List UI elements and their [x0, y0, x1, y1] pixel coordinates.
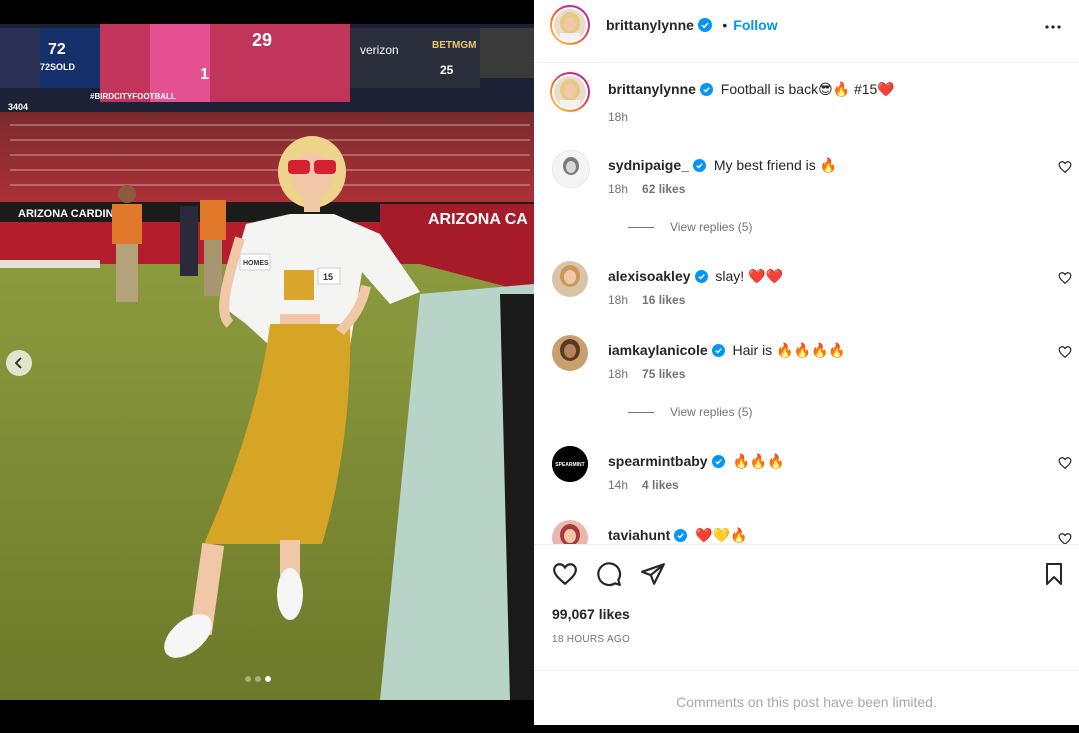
caption-text: Football is back😎🔥 #15❤️: [720, 81, 895, 97]
separator-dot: •: [722, 17, 728, 33]
comment-text: 🔥🔥🔥: [732, 453, 785, 469]
comment-row: SPEARMINT spearmintbaby 🔥🔥🔥 14h 4 likes: [552, 446, 1072, 506]
heart-icon[interactable]: [1058, 160, 1072, 174]
comment-avatar[interactable]: [552, 335, 588, 371]
post-timestamp[interactable]: 18 HOURS AGO: [552, 634, 630, 645]
carousel-dot-active: [265, 676, 271, 682]
view-replies-button[interactable]: View replies (5): [628, 405, 752, 419]
comment-username[interactable]: iamkaylanicole: [608, 342, 708, 358]
jumbotron-text: 72: [48, 41, 66, 58]
comment-avatar[interactable]: [552, 150, 590, 188]
author-username[interactable]: brittanylynne: [606, 17, 694, 33]
follow-button[interactable]: Follow: [733, 17, 777, 33]
comment-row: iamkaylanicole Hair is 🔥🔥🔥🔥 18h 75 likes …: [552, 335, 1072, 419]
author-avatar[interactable]: [550, 5, 590, 45]
jumbotron-text: verizon: [360, 43, 399, 57]
carousel-prev-button[interactable]: [6, 350, 32, 376]
comment-avatar[interactable]: SPEARMINT: [552, 446, 588, 482]
view-replies-button[interactable]: View replies (5): [628, 220, 752, 234]
comments-list[interactable]: brittanylynne Football is back😎🔥 #15❤️ 1…: [534, 62, 1079, 544]
comment-likes[interactable]: 16 likes: [642, 293, 685, 307]
comment-text: ❤️💛🔥: [695, 527, 748, 543]
post-panel: brittanylynne • Follow brittanylynne Foot…: [534, 0, 1079, 725]
jumbotron-text: BETMGM: [432, 40, 476, 51]
comment-row: taviahunt ❤️💛🔥: [552, 520, 1072, 544]
stadium-photo: 72 72SOLD verizon BETMGM #BIRDCITYFOOTBA…: [0, 24, 534, 700]
heart-icon[interactable]: [1058, 271, 1072, 285]
comment-text: slay! ❤️❤️: [715, 268, 783, 284]
verified-badge-icon: [699, 83, 713, 96]
jumbotron-text: 29: [252, 30, 272, 50]
verified-badge-icon: [711, 344, 725, 357]
post-media: 72 72SOLD verizon BETMGM #BIRDCITYFOOTBA…: [0, 0, 534, 725]
comment-time: 18h: [608, 367, 629, 381]
carousel-dot: [245, 676, 251, 682]
carousel-dots: [245, 676, 271, 682]
share-icon[interactable]: [640, 561, 666, 587]
comment-text: My best friend is 🔥: [713, 157, 838, 173]
verified-badge-icon: [711, 455, 725, 468]
comment-avatar[interactable]: [552, 520, 588, 544]
caption-row: brittanylynne Football is back😎🔥 #15❤️ 1…: [550, 72, 1072, 132]
comment-avatar[interactable]: [552, 261, 588, 297]
comment-row: sydnipaige_ My best friend is 🔥 18h 62 li…: [552, 150, 1072, 234]
post-header: brittanylynne • Follow: [534, 0, 1079, 63]
verified-badge-icon: [674, 529, 688, 542]
author-avatar-image: [554, 9, 586, 41]
carousel-dot: [255, 676, 261, 682]
caption-time: 18h: [608, 110, 629, 124]
more-icon[interactable]: [1043, 16, 1063, 36]
heart-icon[interactable]: [1058, 345, 1072, 359]
comment-likes[interactable]: 62 likes: [642, 182, 685, 196]
svg-text:SPEARMINT: SPEARMINT: [555, 462, 584, 468]
verified-badge-icon: [694, 270, 708, 283]
comment-username[interactable]: spearmintbaby: [608, 453, 708, 469]
post-actions: 99,067 likes 18 HOURS AGO: [534, 544, 1079, 671]
comments-limited-notice: Comments on this post have been limited.: [534, 670, 1079, 726]
jumbotron-text: 1: [200, 66, 209, 83]
comment-likes[interactable]: 75 likes: [642, 367, 685, 381]
caption-avatar[interactable]: [550, 72, 590, 112]
heart-icon[interactable]: [552, 561, 578, 587]
comment-icon[interactable]: [596, 561, 622, 587]
verified-badge-icon: [697, 18, 712, 32]
heart-icon[interactable]: [1058, 532, 1072, 544]
jumbotron-text: 72SOLD: [40, 62, 76, 72]
comment-likes[interactable]: 4 likes: [642, 478, 679, 492]
chevron-left-icon: [14, 357, 22, 369]
comment-time: 18h: [608, 182, 629, 196]
comment-username[interactable]: taviahunt: [608, 527, 670, 543]
likes-count[interactable]: 99,067 likes: [552, 606, 630, 622]
comment-username[interactable]: sydnipaige_: [608, 157, 689, 173]
comment-time: 14h: [608, 478, 629, 492]
caption-username[interactable]: brittanylynne: [608, 81, 696, 97]
shirt-patch-text: 15: [323, 272, 333, 282]
post-photo: 72 72SOLD verizon BETMGM #BIRDCITYFOOTBA…: [0, 24, 534, 700]
bookmark-icon[interactable]: [1042, 561, 1066, 587]
comment-row: alexisoakley slay! ❤️❤️ 18h 16 likes: [552, 261, 1072, 321]
banner-text: ARIZONA CA: [428, 211, 528, 228]
stand-sign-text: 3404: [8, 102, 28, 112]
jumbotron-text: 25: [440, 63, 454, 77]
shirt-patch-text: HOMES: [243, 260, 269, 267]
jumbotron-text: #BIRDCITYFOOTBALL: [90, 92, 176, 101]
verified-badge-icon: [692, 159, 706, 172]
heart-icon[interactable]: [1058, 456, 1072, 470]
comment-time: 18h: [608, 293, 629, 307]
comment-text: Hair is 🔥🔥🔥🔥: [732, 342, 846, 358]
comment-username[interactable]: alexisoakley: [608, 268, 691, 284]
